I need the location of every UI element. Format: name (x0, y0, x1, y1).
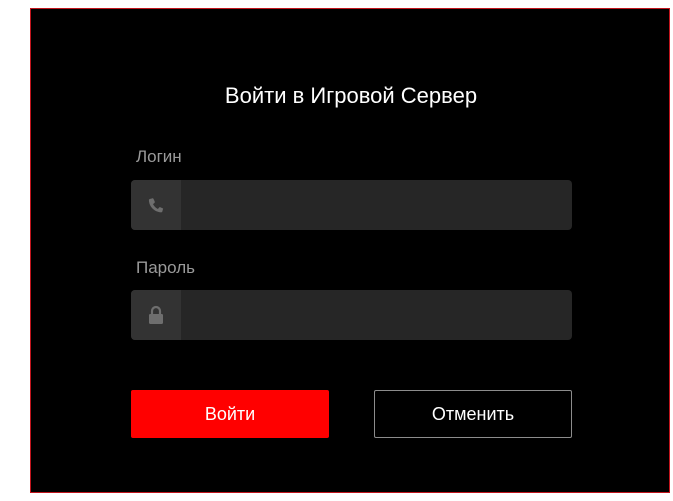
login-button[interactable]: Войти (131, 390, 329, 438)
password-input-group (131, 290, 572, 340)
dialog-title: Войти в Игровой Сервер (224, 83, 478, 108)
login-input[interactable] (181, 180, 572, 230)
lock-icon (131, 290, 181, 340)
login-dialog: Войти в Игровой Сервер Логин Пароль Войт… (30, 8, 670, 493)
cancel-button[interactable]: Отменить (374, 390, 572, 438)
password-input[interactable] (181, 290, 572, 340)
login-input-group (131, 180, 572, 230)
phone-icon (131, 180, 181, 230)
login-label: Логин (136, 147, 182, 166)
password-label: Пароль (136, 258, 195, 277)
